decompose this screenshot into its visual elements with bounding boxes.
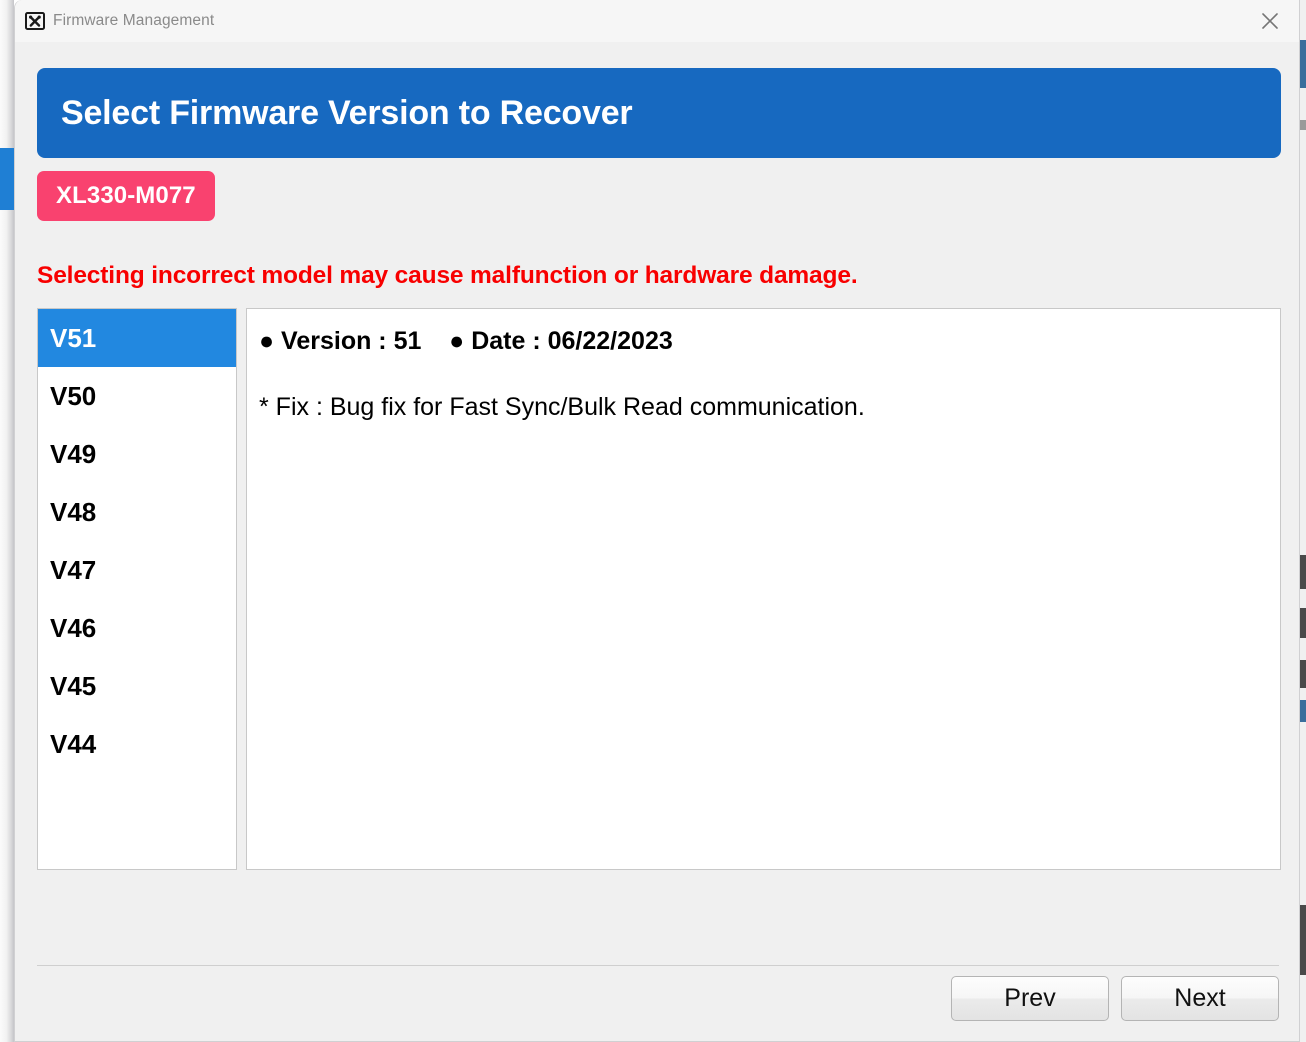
version-list[interactable]: V51 V50 V49 V48 V47 V46 V45 V44: [37, 308, 237, 870]
version-list-item[interactable]: V47: [38, 541, 236, 599]
dialog-body: Select Firmware Version to Recover XL330…: [15, 68, 1299, 870]
page-banner: Select Firmware Version to Recover: [37, 68, 1281, 158]
version-list-item[interactable]: V45: [38, 657, 236, 715]
next-button[interactable]: Next: [1121, 976, 1279, 1021]
background-sliver-6: [1300, 700, 1306, 722]
version-list-item[interactable]: V49: [38, 425, 236, 483]
version-detail-pane: ● Version : 51 ● Date : 06/22/2023 * Fix…: [246, 308, 1281, 870]
model-badge: XL330-M077: [37, 171, 215, 221]
prev-button[interactable]: Prev: [951, 976, 1109, 1021]
detail-body-text: * Fix : Bug fix for Fast Sync/Bulk Read …: [259, 393, 865, 421]
version-list-item[interactable]: V44: [38, 715, 236, 773]
firmware-tools-icon: [25, 12, 45, 30]
title-bar: Firmware Management: [15, 0, 1299, 42]
warning-message: Selecting incorrect model may cause malf…: [37, 262, 858, 289]
firmware-management-dialog: Firmware Management Select Firmware Vers…: [14, 0, 1300, 1042]
background-sliver-4: [1300, 608, 1306, 638]
background-sliver-2: [1300, 120, 1306, 130]
page-title: Select Firmware Version to Recover: [61, 93, 633, 132]
version-list-item[interactable]: V46: [38, 599, 236, 657]
close-icon[interactable]: [1247, 0, 1293, 42]
footer-button-bar: Prev Next: [15, 976, 1301, 1021]
detail-header: ● Version : 51 ● Date : 06/22/2023: [259, 327, 673, 355]
window-title: Firmware Management: [53, 12, 215, 29]
content-panes: V51 V50 V49 V48 V47 V46 V45 V44 ● Version : 51 …: [37, 308, 1281, 870]
background-sliver-3: [1300, 555, 1306, 589]
background-sliver-7: [1300, 905, 1306, 975]
background-sliver-1: [1300, 40, 1306, 88]
footer-separator: [37, 965, 1279, 966]
version-list-item[interactable]: V51: [38, 309, 236, 367]
version-list-item[interactable]: V48: [38, 483, 236, 541]
background-sliver-5: [1300, 660, 1306, 688]
version-list-item[interactable]: V50: [38, 367, 236, 425]
